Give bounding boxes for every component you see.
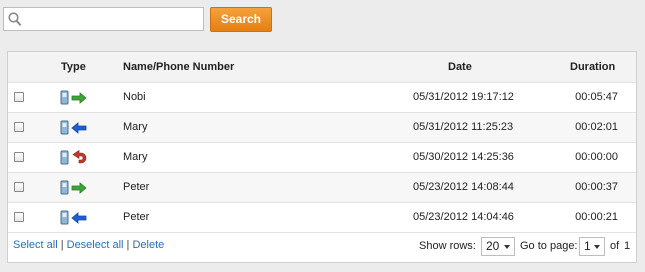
call-type-icons — [60, 149, 90, 169]
table-row[interactable]: Peter 05/23/2012 14:04:46 00:00:21 — [8, 202, 636, 232]
column-header-date: Date — [448, 61, 472, 73]
row-checkbox[interactable] — [14, 182, 24, 192]
phone-icon — [60, 210, 69, 225]
separator: | — [126, 239, 130, 251]
table-footer: Select all | Deselect all | Delete Show … — [8, 232, 636, 263]
call-duration: 00:05:47 — [575, 91, 618, 103]
row-checkbox[interactable] — [14, 152, 24, 162]
phone-icon — [60, 90, 69, 105]
phone-icon — [60, 180, 69, 195]
call-type-icons — [60, 120, 90, 139]
row-checkbox[interactable] — [14, 212, 24, 222]
column-header-name: Name/Phone Number — [123, 61, 235, 73]
table-row[interactable]: Mary 05/31/2012 11:25:23 00:02:01 — [8, 112, 636, 142]
table-header: Type Name/Phone Number Date Duration — [8, 52, 636, 82]
red-u-turn-arrow-icon — [72, 149, 87, 164]
column-header-type: Type — [61, 61, 86, 73]
magnifier-icon — [8, 12, 22, 27]
bulk-actions: Select all | Deselect all | Delete — [13, 239, 164, 251]
contact-name: Mary — [123, 121, 148, 133]
page-value: 1 — [584, 239, 591, 253]
row-checkbox[interactable] — [14, 92, 24, 102]
phone-icon — [60, 120, 69, 135]
call-date: 05/23/2012 14:08:44 — [413, 181, 514, 193]
green-right-arrow-icon — [71, 92, 87, 104]
call-duration: 00:02:01 — [575, 121, 618, 133]
contact-name: Peter — [123, 181, 150, 193]
green-right-arrow-icon — [71, 182, 87, 194]
call-duration: 00:00:37 — [575, 181, 618, 193]
call-log-table: Type Name/Phone Number Date Duration Nob… — [7, 51, 637, 263]
delete-link[interactable]: Delete — [132, 239, 164, 251]
deselect-all-link[interactable]: Deselect all — [67, 239, 124, 251]
of-label: of — [610, 240, 620, 252]
select-all-link[interactable]: Select all — [13, 239, 58, 251]
search-field[interactable] — [3, 7, 204, 31]
total-pages: 1 — [624, 240, 631, 252]
show-rows-label: Show rows: — [419, 240, 476, 252]
go-to-page-label: Go to page: — [520, 240, 578, 252]
blue-left-arrow-icon — [71, 212, 87, 224]
rows-per-page-select[interactable]: 20 — [481, 237, 515, 256]
call-type-icons — [60, 90, 90, 109]
separator: | — [60, 239, 64, 251]
call-duration: 00:00:00 — [575, 151, 618, 163]
search-button[interactable]: Search — [210, 7, 272, 32]
call-type-icons — [60, 210, 90, 229]
phone-icon — [60, 150, 69, 165]
contact-name: Mary — [123, 151, 148, 163]
row-checkbox[interactable] — [14, 122, 24, 132]
column-header-duration: Duration — [570, 61, 616, 73]
table-row[interactable]: Nobi 05/31/2012 19:17:12 00:05:47 — [8, 82, 636, 112]
call-date: 05/30/2012 14:25:36 — [413, 151, 514, 163]
search-input[interactable] — [28, 10, 202, 30]
call-duration: 00:00:21 — [575, 211, 618, 223]
page-select[interactable]: 1 — [579, 237, 605, 256]
table-row[interactable]: Mary 05/30/2012 14:25:36 00:00:00 — [8, 142, 636, 172]
chevron-down-icon — [594, 245, 600, 249]
rows-per-page-value: 20 — [486, 239, 500, 253]
blue-left-arrow-icon — [71, 122, 87, 134]
contact-name: Nobi — [123, 91, 146, 103]
contact-name: Peter — [123, 211, 150, 223]
chevron-down-icon — [504, 245, 510, 249]
call-type-icons — [60, 180, 90, 199]
table-row[interactable]: Peter 05/23/2012 14:08:44 00:00:37 — [8, 172, 636, 202]
call-date: 05/23/2012 14:04:46 — [413, 211, 514, 223]
call-date: 05/31/2012 19:17:12 — [413, 91, 514, 103]
call-date: 05/31/2012 11:25:23 — [413, 121, 514, 133]
